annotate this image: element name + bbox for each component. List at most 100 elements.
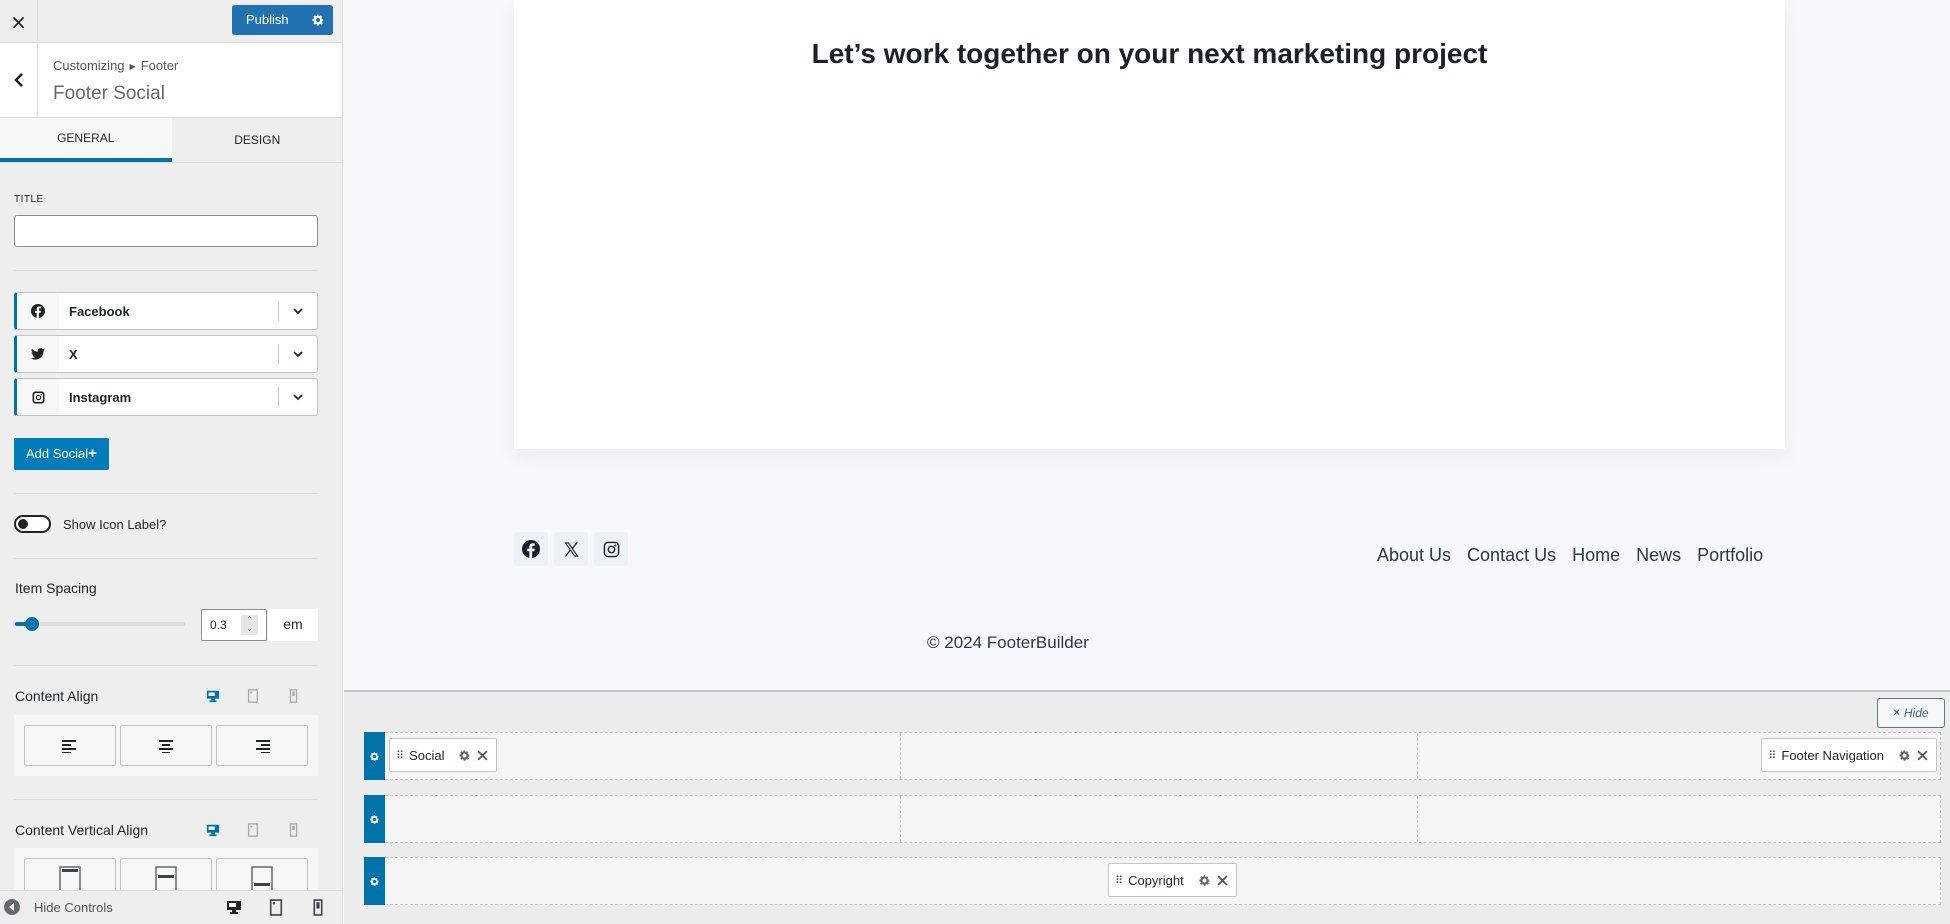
unit-selector[interactable]: em	[268, 609, 318, 641]
panel-tabs: GENERAL DESIGN	[0, 118, 343, 163]
row-settings-button[interactable]	[364, 857, 385, 905]
spinner-icon[interactable]: ⌃ ⌄	[241, 615, 258, 635]
align-center-button[interactable]	[120, 725, 212, 766]
gear-icon	[1899, 749, 1910, 761]
publish-button[interactable]: Publish	[232, 5, 303, 35]
tablet-icon[interactable]	[245, 822, 261, 838]
divider	[14, 665, 318, 666]
breadcrumb: Customizing ▶ Footer	[53, 58, 178, 73]
nav-link-home[interactable]: Home	[1564, 545, 1628, 566]
builder-column[interactable]	[385, 796, 901, 842]
remove-item-button[interactable]	[1217, 874, 1228, 886]
expand-button[interactable]	[279, 307, 317, 315]
desktop-icon[interactable]	[205, 822, 221, 838]
publish-settings-button[interactable]	[303, 5, 333, 35]
expand-button[interactable]	[279, 393, 317, 401]
title-input[interactable]	[14, 215, 318, 247]
builder-column[interactable]	[1418, 796, 1940, 842]
cta-heading: Let’s work together on your next marketi…	[811, 38, 1488, 69]
builder-item-copyright[interactable]: ⠿ Copyright	[1108, 863, 1237, 897]
chevron-left-icon	[13, 73, 23, 87]
slider-thumb[interactable]	[25, 617, 39, 631]
social-item-label: Instagram	[69, 389, 132, 405]
hide-controls-button[interactable]: Hide Controls	[4, 899, 113, 915]
close-icon	[1917, 749, 1928, 761]
item-spacing-input[interactable]: 0.3 ⌃ ⌄	[201, 609, 267, 641]
builder-column[interactable]: ⠿ Footer Navigation	[1418, 733, 1940, 779]
section-header: Customizing ▶ Footer Footer Social	[0, 43, 342, 118]
nav-link-contact-us[interactable]: Contact Us	[1459, 545, 1564, 566]
align-center-icon	[159, 739, 173, 753]
facebook-icon	[31, 304, 45, 318]
drag-handle-icon[interactable]: ⠿	[1115, 874, 1123, 887]
row-settings-button[interactable]	[364, 732, 385, 780]
title-label: TITLE	[14, 194, 44, 205]
builder-item-footer-navigation[interactable]: ⠿ Footer Navigation	[1761, 738, 1937, 772]
close-icon	[477, 749, 489, 761]
social-link-facebook[interactable]	[514, 532, 548, 566]
footer-builder: × Hide ⠿ Social ⠿ Footer Navigation ⠿ Co…	[344, 690, 1950, 924]
content-card: Let’s work together on your next marketi…	[514, 0, 1785, 449]
close-icon: ×	[10, 9, 27, 34]
row-settings-button[interactable]	[364, 795, 385, 843]
builder-column[interactable]: ⠿ Copyright	[385, 858, 1940, 904]
builder-column[interactable]	[901, 796, 1418, 842]
align-right-button[interactable]	[216, 725, 308, 766]
builder-column[interactable]: ⠿ Social	[385, 733, 901, 779]
tablet-icon[interactable]	[245, 688, 261, 704]
mobile-icon[interactable]	[285, 822, 301, 838]
social-item-facebook[interactable]: Facebook	[14, 292, 318, 330]
gear-icon	[370, 751, 379, 761]
social-link-instagram[interactable]	[594, 532, 628, 566]
desktop-preview-icon[interactable]	[226, 899, 242, 915]
nav-link-news[interactable]: News	[1628, 545, 1689, 566]
tab-general[interactable]: GENERAL	[0, 118, 172, 162]
remove-item-button[interactable]	[1917, 749, 1928, 761]
copyright-text: © 2024 FooterBuilder	[927, 633, 1089, 652]
tablet-preview-icon[interactable]	[268, 898, 284, 916]
instagram-icon	[603, 541, 619, 557]
divider	[14, 493, 318, 494]
item-settings-button[interactable]	[458, 749, 471, 762]
breadcrumb-parent: Footer	[140, 58, 179, 73]
item-settings-button[interactable]	[1898, 749, 1911, 762]
gear-icon	[459, 749, 470, 761]
builder-item-social[interactable]: ⠿ Social	[389, 738, 498, 772]
mobile-preview-icon[interactable]	[310, 898, 326, 916]
remove-item-button[interactable]	[477, 749, 489, 761]
builder-row-bottom: ⠿ Copyright	[364, 857, 1941, 905]
expand-button[interactable]	[279, 350, 317, 358]
social-link-x[interactable]	[554, 532, 588, 566]
item-spacing-slider[interactable]	[15, 617, 185, 631]
social-item-instagram[interactable]: Instagram	[14, 378, 318, 416]
builder-column[interactable]	[901, 733, 1418, 779]
hide-builder-button[interactable]: × Hide	[1877, 698, 1945, 728]
valign-middle-icon	[155, 865, 177, 892]
show-icon-label-text: Show Icon Label?	[63, 517, 167, 532]
breadcrumb-root: Customizing	[53, 58, 125, 73]
customizer-sidebar: × Publish Customizing ▶ Footer Footer Soci…	[0, 0, 343, 924]
align-left-button[interactable]	[24, 725, 116, 766]
nav-link-about-us[interactable]: About Us	[1369, 545, 1459, 566]
mobile-icon[interactable]	[285, 688, 301, 704]
item-settings-button[interactable]	[1198, 874, 1211, 887]
desktop-icon[interactable]	[205, 688, 221, 704]
show-icon-label-toggle[interactable]	[14, 515, 51, 533]
device-switcher	[205, 688, 301, 704]
builder-row-middle	[364, 795, 1941, 843]
tab-design[interactable]: DESIGN	[172, 118, 343, 162]
twitter-icon	[31, 348, 45, 360]
sidebar-footer: Hide Controls	[0, 890, 342, 924]
drag-handle-icon[interactable]: ⠿	[396, 749, 404, 762]
sidebar-header: × Publish	[0, 0, 342, 43]
close-button[interactable]: ×	[0, 0, 38, 43]
facebook-icon	[522, 540, 540, 558]
add-social-button[interactable]: Add Social+	[14, 438, 109, 470]
builder-row-top: ⠿ Social ⠿ Footer Navigation	[364, 732, 1941, 780]
footer-navigation: About Us Contact Us Home News Portfolio	[1369, 545, 1771, 566]
nav-link-portfolio[interactable]: Portfolio	[1689, 545, 1771, 566]
drag-handle-icon[interactable]: ⠿	[1768, 749, 1776, 762]
chevron-down-icon	[293, 350, 303, 357]
social-item-x[interactable]: X	[14, 335, 318, 373]
back-button[interactable]	[0, 43, 38, 117]
